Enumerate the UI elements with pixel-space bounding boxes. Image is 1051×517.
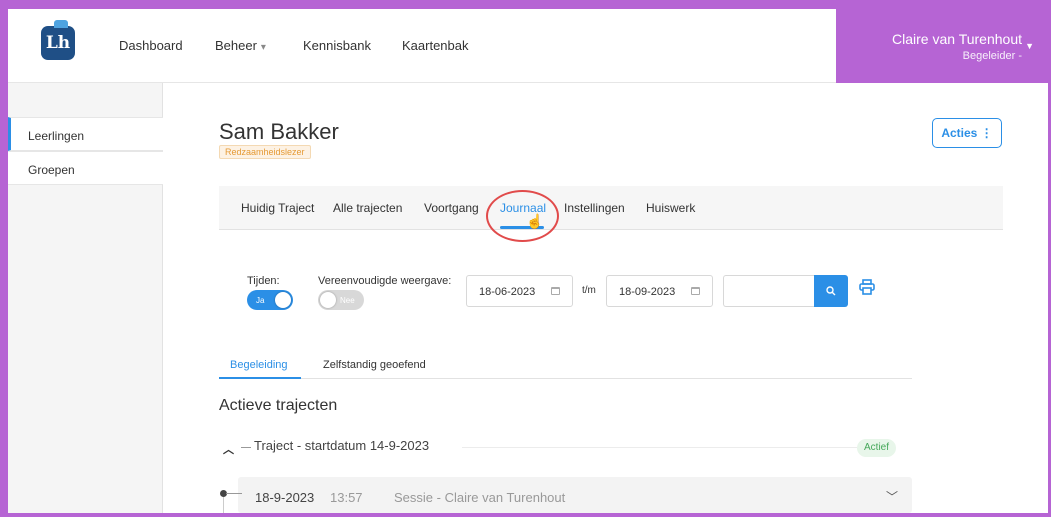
logo-text: Lh (45, 33, 71, 53)
nav-kaartenbak[interactable]: Kaartenbak (402, 38, 469, 53)
status-badge: Actief (857, 439, 897, 457)
app-logo[interactable]: Lh (41, 20, 75, 60)
sidebar: Leerlingen Groepen (8, 83, 163, 513)
date-from-field[interactable]: 18-06-2023 (466, 275, 573, 307)
app-window: Lh Dashboard Beheer ▾ Kennisbank Kaartenb… (8, 9, 1048, 513)
sidebar-item-groepen[interactable]: Groepen (8, 151, 163, 185)
chevron-up-icon[interactable]: ︿ (223, 441, 234, 457)
logo-cap-icon (54, 20, 68, 28)
toggle-knob (275, 292, 291, 308)
date-from-value: 18-06-2023 (479, 286, 536, 298)
calendar-icon (551, 287, 560, 295)
tab-instellingen[interactable]: Instellingen (564, 201, 625, 215)
subtab-begeleiding[interactable]: Begeleiding (230, 359, 288, 371)
toggle-value: Nee (340, 296, 355, 305)
student-level-badge: Redzaamheidslezer (219, 145, 311, 159)
acties-button[interactable]: Acties ⋮ (932, 118, 1002, 148)
highlight-annotation (486, 190, 559, 242)
date-to-field[interactable]: 18-09-2023 (606, 275, 713, 307)
top-navigation: Lh Dashboard Beheer ▾ Kennisbank Kaartenb… (8, 9, 1048, 83)
tab-bar: Huidig Traject Alle trajecten Voortgang … (219, 186, 1003, 242)
nav-kennisbank[interactable]: Kennisbank (303, 38, 371, 53)
tab-voortgang[interactable]: Voortgang (424, 201, 479, 215)
sidebar-item-label: Leerlingen (28, 129, 85, 143)
nav-beheer[interactable]: Beheer ▾ (215, 38, 266, 53)
session-date: 18-9-2023 (255, 490, 315, 505)
page-title: Sam Bakker (219, 119, 339, 144)
vereenvoudigd-toggle[interactable]: Nee (318, 290, 364, 310)
date-range-separator: t/m (582, 285, 596, 296)
search-icon (826, 286, 836, 296)
nav-beheer-label: Beheer (215, 38, 257, 53)
date-to-value: 18-09-2023 (619, 286, 676, 298)
search-button[interactable] (814, 275, 848, 307)
chevron-down-icon: ▾ (260, 42, 266, 53)
nav-dashboard[interactable]: Dashboard (119, 38, 183, 53)
sidebar-item-leerlingen[interactable]: Leerlingen (8, 117, 163, 151)
tab-huidig-traject[interactable]: Huidig Traject (241, 201, 314, 215)
user-role: Begeleider - (962, 50, 1022, 62)
tijden-toggle[interactable]: Ja (247, 290, 293, 310)
vereenvoudigd-label: Vereenvoudigde weergave: (318, 275, 452, 287)
timeline-tick (241, 447, 251, 448)
toggle-knob (320, 292, 336, 308)
user-name: Claire van Turenhout (892, 31, 1022, 47)
subtabs-divider (219, 378, 912, 379)
tab-huiswerk[interactable]: Huiswerk (646, 201, 695, 215)
calendar-icon (691, 287, 700, 295)
tijden-label: Tijden: (247, 275, 280, 287)
user-menu[interactable]: Claire van Turenhout Begeleider - ▼ (836, 9, 1048, 83)
toggle-value: Ja (256, 296, 265, 305)
subtab-zelfstandig-geoefend[interactable]: Zelfstandig geoefend (323, 359, 426, 371)
active-subtab-indicator (219, 377, 301, 379)
print-icon[interactable] (859, 279, 875, 295)
hand-pointer-icon: ☝ (526, 213, 544, 229)
tab-alle-trajecten[interactable]: Alle trajecten (333, 201, 402, 215)
timeline-tick (226, 493, 242, 494)
session-title: Sessie - Claire van Turenhout (394, 490, 566, 505)
traject-label: Traject - startdatum 14-9-2023 (254, 438, 430, 453)
traject-divider (462, 447, 857, 448)
chevron-down-icon: ▼ (1025, 41, 1034, 51)
section-title: Actieve trajecten (219, 397, 338, 414)
chevron-down-icon[interactable]: ﹀ (886, 488, 898, 505)
sidebar-item-label: Groepen (28, 163, 75, 177)
search-input[interactable] (723, 275, 815, 307)
session-time: 13:57 (330, 490, 363, 505)
timeline-line (223, 497, 224, 513)
